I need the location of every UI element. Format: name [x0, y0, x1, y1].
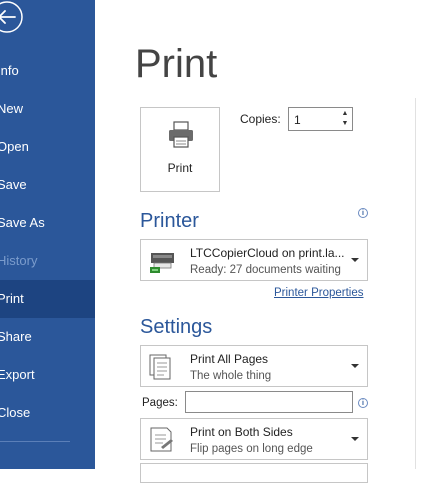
- chevron-down-icon: [351, 258, 359, 262]
- print-range-main: Print All Pages: [190, 352, 269, 366]
- nav-item-save-as[interactable]: Save As: [0, 204, 95, 242]
- printer-name: LTCCopierCloud on print.la...: [190, 246, 345, 260]
- copies-label: Copies:: [240, 112, 281, 126]
- info-icon[interactable]: i: [358, 398, 368, 408]
- nav-item-info[interactable]: Info: [0, 52, 95, 90]
- duplex-sub: Flip pages on long edge: [190, 443, 313, 455]
- page-title: Print: [135, 42, 218, 86]
- nav-item-print[interactable]: Print: [0, 280, 95, 318]
- copies-value: 1: [294, 113, 301, 127]
- next-setting-dropdown[interactable]: [140, 463, 368, 483]
- nav-item-label: Open: [0, 139, 29, 154]
- print-button-label: Print: [167, 161, 193, 175]
- printer-status: Ready: 27 documents waiting: [190, 264, 341, 276]
- nav-item-close[interactable]: Close: [0, 394, 95, 432]
- copies-stepper[interactable]: 1 ▲ ▼: [288, 107, 353, 131]
- sidebar-divider: [0, 441, 70, 442]
- pages-label: Pages:: [142, 397, 178, 409]
- print-button[interactable]: Print: [140, 107, 220, 192]
- back-button[interactable]: [0, 0, 27, 37]
- pages-input[interactable]: [185, 391, 353, 413]
- nav-item-new[interactable]: New: [0, 90, 95, 128]
- nav-item-label: Close: [0, 405, 31, 420]
- info-icon[interactable]: i: [358, 208, 368, 218]
- nav-item-label: New: [0, 101, 24, 116]
- duplex-main: Print on Both Sides: [190, 425, 293, 439]
- print-range-sub: The whole thing: [190, 370, 272, 382]
- nav-item-label: Export: [0, 367, 35, 382]
- nav-item-history: History: [0, 242, 95, 280]
- nav-item-label: Print: [0, 291, 24, 306]
- nav-item-open[interactable]: Open: [0, 128, 95, 166]
- settings-heading: Settings: [140, 316, 213, 338]
- duplex-page-icon: [150, 427, 173, 452]
- printer-icon: [169, 121, 193, 148]
- duplex-dropdown[interactable]: Print on Both Sides Flip pages on long e…: [140, 418, 368, 460]
- nav-item-export[interactable]: Export: [0, 356, 95, 394]
- nav-item-label: Save: [0, 177, 27, 192]
- printer-properties-link[interactable]: Printer Properties: [274, 287, 363, 299]
- printer-dropdown[interactable]: LTCCopierCloud on print.la... Ready: 27 …: [140, 239, 368, 281]
- nav-item-save[interactable]: Save: [0, 166, 95, 204]
- printer-heading: Printer: [140, 210, 199, 232]
- nav-item-label: History: [0, 253, 38, 268]
- print-range-dropdown[interactable]: Print All Pages The whole thing: [140, 345, 368, 387]
- preview-divider: [415, 98, 416, 469]
- backstage-sidebar: Info New Open Save Save As History Print…: [0, 0, 95, 469]
- spin-down-icon[interactable]: ▼: [340, 119, 350, 129]
- nav-item-share[interactable]: Share: [0, 318, 95, 356]
- network-printer-icon: [150, 253, 174, 273]
- pages-icon: [149, 354, 171, 380]
- back-arrow-icon: [0, 1, 23, 33]
- chevron-down-icon: [351, 437, 359, 441]
- nav-item-label: Share: [0, 329, 32, 344]
- spin-up-icon[interactable]: ▲: [340, 109, 350, 119]
- nav-item-label: Info: [0, 63, 19, 78]
- nav-item-label: Save As: [0, 215, 45, 230]
- chevron-down-icon: [351, 364, 359, 368]
